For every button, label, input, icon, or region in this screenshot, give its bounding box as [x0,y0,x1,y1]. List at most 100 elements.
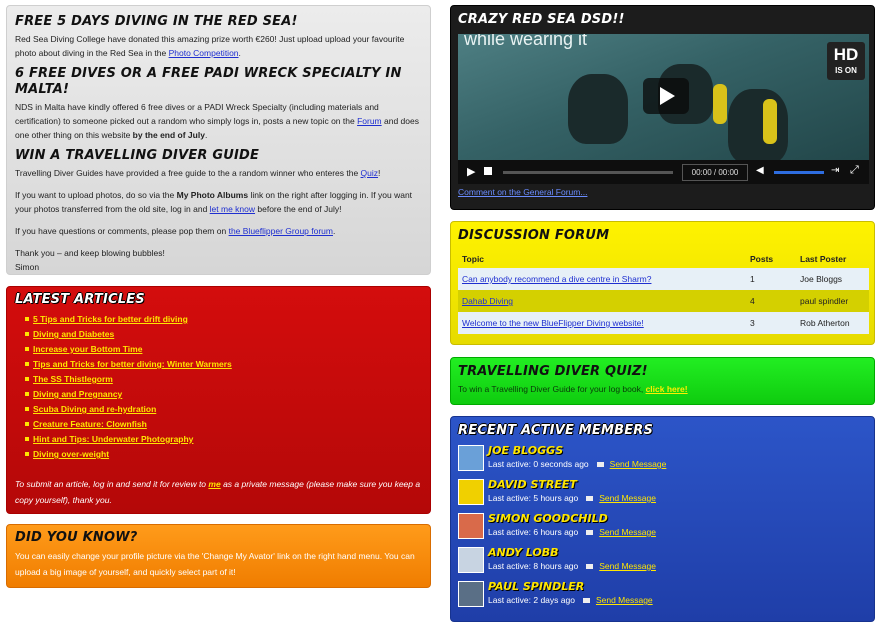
send-message-link[interactable]: Send Message [599,527,656,537]
discussion-forum-title: DISCUSSION FORUM [458,228,610,243]
latest-articles-title: LATEST ARTICLES [15,292,145,307]
member-name[interactable]: DAVID STREET [488,478,577,491]
mail-icon [596,462,604,468]
mail-icon [586,496,594,502]
video-controls: ▶ 00:00 / 00:00 ◀ ⇥ ⤢ [458,160,869,184]
play-button-icon[interactable]: ▶ [467,165,475,178]
video-panel: CRAZY RED SEA DSD!! while wearing it HD … [450,5,875,210]
intro-bold: My Photo Albums [176,190,249,200]
play-icon[interactable] [643,78,689,114]
member-name[interactable]: ANDY LOBB [488,546,559,559]
stop-button-icon[interactable] [484,167,492,175]
quiz-title: TRAVELLING DIVER QUIZ! [458,364,648,379]
time-display: 00:00 / 00:00 [682,164,748,181]
quiz-click-here-link[interactable]: click here! [646,384,688,394]
member-name[interactable]: SIMON GOODCHILD [488,512,608,525]
blueflipper-forum-link[interactable]: the Blueflipper Group forum [229,226,333,236]
intro-bold: by the end of July [132,130,205,140]
send-message-link[interactable]: Send Message [599,561,656,571]
list-item: The SS Thistlegorm [25,372,422,387]
fullscreen-icon[interactable]: ⤢ [850,164,859,177]
article-link[interactable]: The SS Thistlegorm [33,374,113,384]
avatar[interactable] [458,445,484,471]
topic-link[interactable]: Dahab Diving [462,296,513,306]
list-item: Diving over-weight [25,447,422,462]
volume-icon[interactable]: ◀ [756,165,764,176]
expand-icon[interactable]: ⇥ [831,165,839,176]
diver-figure [728,89,788,164]
recent-members-title: RECENT ACTIVE MEMBERS [458,423,654,438]
member-meta: Last active: 0 seconds ago Send Message [488,459,666,469]
quiz-panel: TRAVELLING DIVER QUIZ! To win a Travelli… [450,357,875,405]
list-item: 5 Tips and Tricks for better drift divin… [25,312,422,327]
hd-badge[interactable]: HD IS ON [827,42,865,80]
forum-link[interactable]: Forum [357,116,382,126]
article-link[interactable]: 5 Tips and Tricks for better drift divin… [33,314,188,324]
article-link[interactable]: Hint and Tips: Underwater Photography [33,434,193,444]
article-link[interactable]: Diving over-weight [33,449,109,459]
mail-icon [582,598,590,604]
intro-signature: Simon [15,262,40,272]
article-link[interactable]: Diving and Diabetes [33,329,114,339]
video-title: CRAZY RED SEA DSD!! [458,12,625,27]
avatar[interactable] [458,581,484,607]
send-message-link[interactable]: Send Message [599,493,656,503]
video-overlay-text: while wearing it [464,34,588,49]
member-row: PAUL SPINDLER Last active: 2 days ago Sen… [458,579,867,613]
comment-forum-link[interactable]: Comment on the General Forum... [458,187,867,197]
let-me-know-link[interactable]: let me know [210,204,255,214]
volume-slider[interactable] [774,171,824,174]
note-text: To submit an article, log in and send it… [15,479,209,489]
article-link[interactable]: Increase your Bottom Time [33,344,142,354]
member-row: JOE BLOGGS Last active: 0 seconds ago Sen… [458,443,867,477]
table-row: Dahab Diving 4 paul spindler [458,290,869,312]
article-link[interactable]: Creature Feature: Clownfish [33,419,147,429]
intro-text: If you want to upload photos, do so via … [15,190,177,200]
topic-link[interactable]: Welcome to the new BlueFlipper Diving we… [462,318,644,328]
intro-title-guide: WIN A TRAVELLING DIVER GUIDE [15,148,260,163]
member-row: SIMON GOODCHILD Last active: 6 hours ago… [458,511,867,545]
article-link[interactable]: Diving and Pregnancy [33,389,122,399]
list-item: Tips and Tricks for better diving: Winte… [25,357,422,372]
posts-cell: 4 [746,290,796,312]
article-link[interactable]: Tips and Tricks for better diving: Winte… [33,359,232,369]
last-active: Last active: 2 days ago [488,595,575,605]
send-message-link[interactable]: Send Message [596,595,653,605]
mail-icon [586,530,594,536]
quiz-link[interactable]: Quiz [361,168,378,178]
column-header-topic: Topic [462,254,485,264]
member-name[interactable]: JOE BLOGGS [488,444,563,457]
video-player[interactable]: while wearing it HD IS ON ▶ 00:00 / 00:0… [458,34,869,184]
avatar[interactable] [458,547,484,573]
posts-cell: 1 [746,268,796,290]
quiz-text: To win a Travelling Diver Guide for your… [458,382,867,396]
posts-cell: 3 [746,312,796,334]
topic-link[interactable]: Can anybody recommend a dive centre in S… [462,274,651,284]
me-link[interactable]: me [208,479,220,489]
tank-figure [713,84,727,124]
intro-text: Travelling Diver Guides have provided a … [15,168,361,178]
intro-text: . [238,48,241,58]
hd-label: HD [833,45,859,64]
article-link[interactable]: Scuba Diving and re-hydration [33,404,156,414]
column-header-posts: Posts [750,254,774,264]
member-meta: Last active: 2 days ago Send Message [488,595,653,605]
last-active: Last active: 6 hours ago [488,527,579,537]
tank-figure [763,99,777,144]
table-row: Can anybody recommend a dive centre in S… [458,268,869,290]
avatar[interactable] [458,479,484,505]
member-name[interactable]: PAUL SPINDLER [488,580,584,593]
intro-text: If you have questions or comments, pleas… [15,226,229,236]
poster-cell: Joe Bloggs [796,268,869,290]
avatar[interactable] [458,513,484,539]
intro-text-red-sea: Red Sea Diving College have donated this… [15,32,422,60]
progress-bar[interactable] [503,171,673,174]
send-message-link[interactable]: Send Message [610,459,667,469]
last-active: Last active: 0 seconds ago [488,459,589,469]
intro-text-malta: NDS in Malta have kindly offered 6 free … [15,100,422,142]
photo-competition-link[interactable]: Photo Competition [169,48,239,58]
forum-table: Topic Posts Last Poster Can anybody reco… [458,250,869,334]
article-list: 5 Tips and Tricks for better drift divin… [15,312,422,462]
table-header: Topic Posts Last Poster [458,250,869,268]
did-you-know-text: You can easily change your profile pictu… [15,551,415,577]
